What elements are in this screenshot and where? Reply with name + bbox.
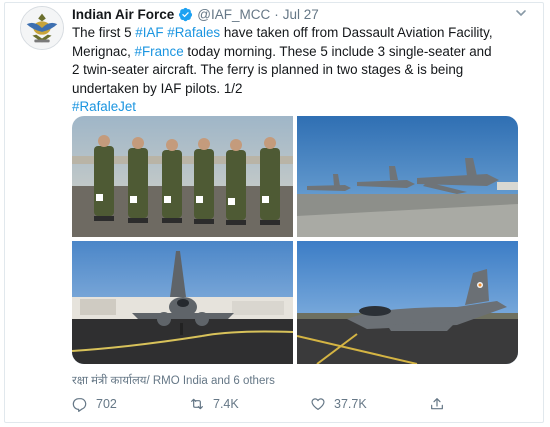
tweet-text-segment: undertaken by IAF pilots. 1/2 (72, 80, 243, 96)
photo-jet-front[interactable] (72, 241, 293, 364)
tweet-text-line: Merignac, #France today morning. These 5… (72, 43, 532, 62)
tweet-text-segment: 2 twin-seater aircraft. The ferry is pla… (72, 62, 464, 77)
author-handle[interactable]: @IAF_MCC (197, 7, 270, 22)
tweet-text-segment: The first 5 (72, 25, 136, 40)
tweet-text-segment: Merignac, (72, 43, 135, 59)
photo-jets-lineup[interactable] (297, 116, 518, 237)
reply-icon (72, 398, 87, 412)
retweet-icon (191, 398, 203, 410)
author-name[interactable]: Indian Air Force (72, 7, 174, 22)
like-button[interactable]: 37.7K (310, 396, 367, 412)
tweet-header: Indian Air Force @IAF_MCC · Jul 27 (72, 4, 319, 24)
tweet-date[interactable]: Jul 27 (283, 7, 319, 22)
tweet-text-line: undertaken by IAF pilots. 1/2 (72, 80, 532, 99)
tweet-text-line: The first 5 #IAF #Rafales have taken off… (72, 24, 532, 43)
media-grid (72, 116, 518, 364)
hashtag-link[interactable]: #RafaleJet (72, 99, 136, 114)
reply-button[interactable]: 702 (72, 396, 117, 412)
tweet-text-segment: today morning. These 5 include 3 single-… (183, 43, 492, 59)
photo-jet-taxi[interactable] (297, 241, 518, 364)
separator-dot: · (274, 6, 279, 22)
tagged-users[interactable]: रक्षा मंत्री कार्यालय/ RMO India and 6 o… (72, 373, 275, 388)
tweet-text: The first 5 #IAF #Rafales have taken off… (72, 24, 532, 117)
iaf-emblem-icon (21, 7, 63, 49)
heart-icon (311, 398, 325, 410)
share-button[interactable] (429, 396, 453, 412)
tweet-text-segment: have taken off from Dassault Aviation Fa… (220, 25, 493, 40)
verified-badge-icon (178, 7, 193, 22)
chevron-down-icon[interactable] (514, 6, 528, 20)
author-avatar[interactable] (20, 6, 64, 50)
retweet-button[interactable]: 7.4K (189, 396, 239, 412)
hashtag-link[interactable]: #France (135, 44, 184, 59)
retweet-count: 7.4K (213, 397, 239, 411)
share-icon (431, 398, 443, 410)
photo-pilots[interactable] (72, 116, 293, 237)
tweet-text-line: #RafaleJet (72, 98, 532, 117)
tweet-actions: 702 7.4K 37.7K (72, 396, 452, 414)
hashtag-link[interactable]: #IAF (135, 25, 163, 40)
hashtag-link[interactable]: #Rafales (167, 25, 220, 40)
like-count: 37.7K (334, 397, 367, 411)
reply-count: 702 (96, 397, 117, 411)
tweet-text-line: 2 twin-seater aircraft. The ferry is pla… (72, 61, 532, 80)
